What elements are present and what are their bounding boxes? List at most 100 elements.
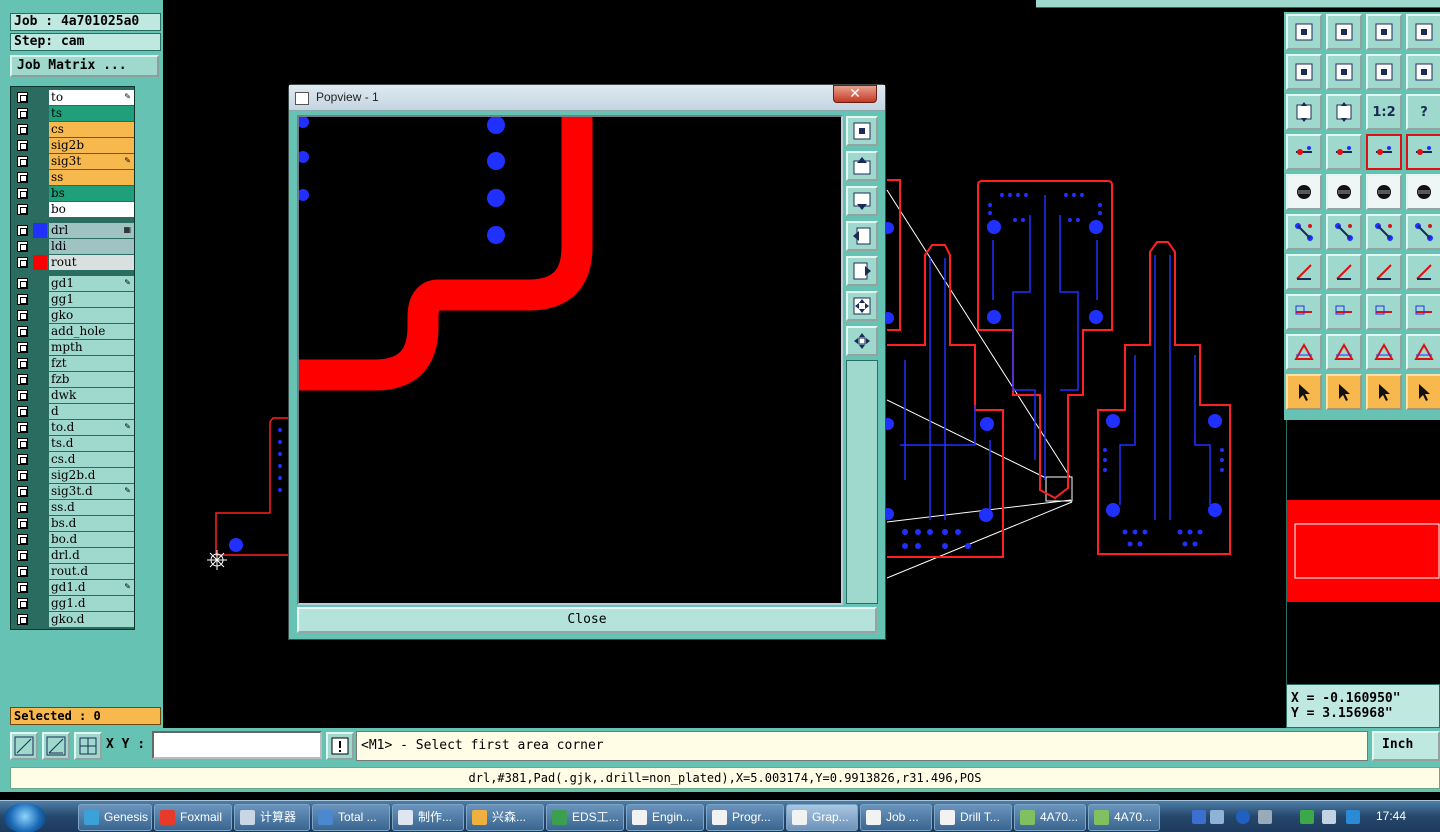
point-line-icon[interactable] bbox=[1366, 214, 1402, 250]
layer-name[interactable]: mpth bbox=[49, 340, 134, 355]
layer-color-swatch[interactable] bbox=[33, 420, 47, 435]
layer-row[interactable]: ss.d bbox=[13, 500, 134, 515]
taskbar-item[interactable]: Progr... bbox=[706, 804, 784, 831]
home-icon[interactable] bbox=[1366, 14, 1402, 50]
popview-canvas[interactable] bbox=[297, 115, 843, 605]
select-net-icon[interactable] bbox=[1406, 374, 1440, 410]
layer-color-swatch[interactable] bbox=[33, 532, 47, 547]
layer-color-swatch[interactable] bbox=[33, 308, 47, 323]
layer-color-swatch[interactable] bbox=[33, 239, 47, 254]
layer-row[interactable]: ldi bbox=[13, 239, 134, 254]
layer-name[interactable]: bo.d bbox=[49, 532, 134, 547]
rect-pad-icon[interactable] bbox=[1286, 294, 1322, 330]
popview-pan-down-icon[interactable] bbox=[846, 186, 878, 216]
layer-row[interactable]: gg1 bbox=[13, 292, 134, 307]
layer-row[interactable]: sig3t.d ✎ bbox=[13, 484, 134, 499]
layer-color-swatch[interactable] bbox=[33, 388, 47, 403]
layer-checkbox[interactable] bbox=[17, 225, 28, 236]
layer-color-swatch[interactable] bbox=[33, 596, 47, 611]
angle-icon[interactable] bbox=[1286, 254, 1322, 290]
move-down-icon[interactable] bbox=[1326, 14, 1362, 50]
layer-checkbox[interactable] bbox=[17, 140, 28, 151]
taskbar-item[interactable]: 4A70... bbox=[1088, 804, 1160, 831]
taskbar-item[interactable]: 制作... bbox=[392, 804, 464, 831]
popview-home-icon[interactable] bbox=[846, 326, 878, 356]
layer-checkbox[interactable] bbox=[17, 582, 28, 593]
layer-name[interactable]: ts.d bbox=[49, 436, 134, 451]
layer-name[interactable]: gd1 ✎ bbox=[49, 276, 134, 291]
layer-checkbox[interactable] bbox=[17, 470, 28, 481]
fit-icon[interactable] bbox=[1286, 94, 1322, 130]
tray-icon[interactable] bbox=[1258, 810, 1272, 824]
layer-checkbox[interactable] bbox=[17, 257, 28, 268]
layer-color-swatch[interactable] bbox=[33, 356, 47, 371]
layer-row[interactable]: gd1 ✎ bbox=[13, 276, 134, 291]
move-left-icon[interactable] bbox=[1286, 54, 1322, 90]
layer-checkbox[interactable] bbox=[17, 598, 28, 609]
move-right-icon[interactable] bbox=[1326, 54, 1362, 90]
layer-color-swatch[interactable] bbox=[33, 516, 47, 531]
center-icon[interactable] bbox=[1326, 94, 1362, 130]
taskbar-item[interactable]: Engin... bbox=[626, 804, 704, 831]
layer-color-swatch[interactable] bbox=[33, 612, 47, 627]
layer-checkbox[interactable] bbox=[17, 241, 28, 252]
layer-name[interactable]: rout.d bbox=[49, 564, 134, 579]
box-select-icon[interactable] bbox=[1326, 174, 1362, 210]
layer-name[interactable]: to ✎ bbox=[49, 90, 134, 105]
layer-name[interactable]: ss bbox=[49, 170, 134, 185]
layer-color-swatch[interactable] bbox=[33, 154, 47, 169]
taskbar-item[interactable]: Total ... bbox=[312, 804, 390, 831]
layer-name[interactable]: add_hole bbox=[49, 324, 134, 339]
layer-checkbox[interactable] bbox=[17, 566, 28, 577]
point-arrow-icon[interactable] bbox=[1406, 214, 1440, 250]
job-matrix-button[interactable]: Job Matrix ... bbox=[10, 55, 159, 77]
layer-name[interactable]: drl.d bbox=[49, 548, 134, 563]
layer-checkbox[interactable] bbox=[17, 454, 28, 465]
layer-checkbox[interactable] bbox=[17, 156, 28, 167]
layer-color-swatch[interactable] bbox=[33, 223, 47, 238]
layer-row[interactable]: to.d ✎ bbox=[13, 420, 134, 435]
start-button[interactable] bbox=[4, 803, 46, 832]
close-icon[interactable]: ✕ bbox=[833, 85, 877, 103]
taskbar-item[interactable]: EDS工... bbox=[546, 804, 624, 831]
layer-row[interactable]: sig2b bbox=[13, 138, 134, 153]
layer-compare-icon[interactable] bbox=[1366, 134, 1402, 170]
move-up-icon[interactable] bbox=[1286, 14, 1322, 50]
snap-toggle-icon[interactable] bbox=[10, 732, 38, 760]
layer-row[interactable]: sig2b.d bbox=[13, 468, 134, 483]
ime-tray-icon[interactable] bbox=[1210, 810, 1224, 824]
layer-checkbox[interactable] bbox=[17, 294, 28, 305]
layer-color-swatch[interactable] bbox=[33, 138, 47, 153]
layer-row[interactable]: ss bbox=[13, 170, 134, 185]
layer-row[interactable]: gko.d bbox=[13, 612, 134, 627]
dimension-icon[interactable] bbox=[1366, 294, 1402, 330]
layer-color-swatch[interactable] bbox=[33, 436, 47, 451]
taskbar-item[interactable]: Foxmail bbox=[154, 804, 232, 831]
network-tray-icon[interactable] bbox=[1192, 810, 1206, 824]
layer-name[interactable]: sig3t.d ✎ bbox=[49, 484, 134, 499]
layer-name[interactable]: cs.d bbox=[49, 452, 134, 467]
taskbar-item[interactable]: 计算器 bbox=[234, 804, 310, 831]
layer-color-swatch[interactable] bbox=[33, 276, 47, 291]
layer-checkbox[interactable] bbox=[17, 204, 28, 215]
layer-checkbox[interactable] bbox=[17, 614, 28, 625]
layer-name[interactable]: sig3t ✎ bbox=[49, 154, 134, 169]
speaker-tray-icon[interactable] bbox=[1322, 810, 1336, 824]
select-rotate-icon[interactable] bbox=[1366, 374, 1402, 410]
layer-color-swatch[interactable] bbox=[33, 484, 47, 499]
layer-name[interactable]: gko bbox=[49, 308, 134, 323]
tray-icon[interactable] bbox=[1300, 810, 1314, 824]
layer-row[interactable]: dwk bbox=[13, 388, 134, 403]
layer-checkbox[interactable] bbox=[17, 108, 28, 119]
taskbar-item[interactable]: 兴森... bbox=[466, 804, 544, 831]
layer-row[interactable]: to ✎ bbox=[13, 90, 134, 105]
layer-row[interactable]: cs.d bbox=[13, 452, 134, 467]
layer-name[interactable]: fzt bbox=[49, 356, 134, 371]
layer-row[interactable]: drl.d bbox=[13, 548, 134, 563]
layer-checkbox[interactable] bbox=[17, 342, 28, 353]
layer-name[interactable]: dwk bbox=[49, 388, 134, 403]
layer-row[interactable]: fzb bbox=[13, 372, 134, 387]
layer-color-swatch[interactable] bbox=[33, 564, 47, 579]
taskbar-item[interactable]: Job ... bbox=[860, 804, 932, 831]
layer-name[interactable]: cs bbox=[49, 122, 134, 137]
